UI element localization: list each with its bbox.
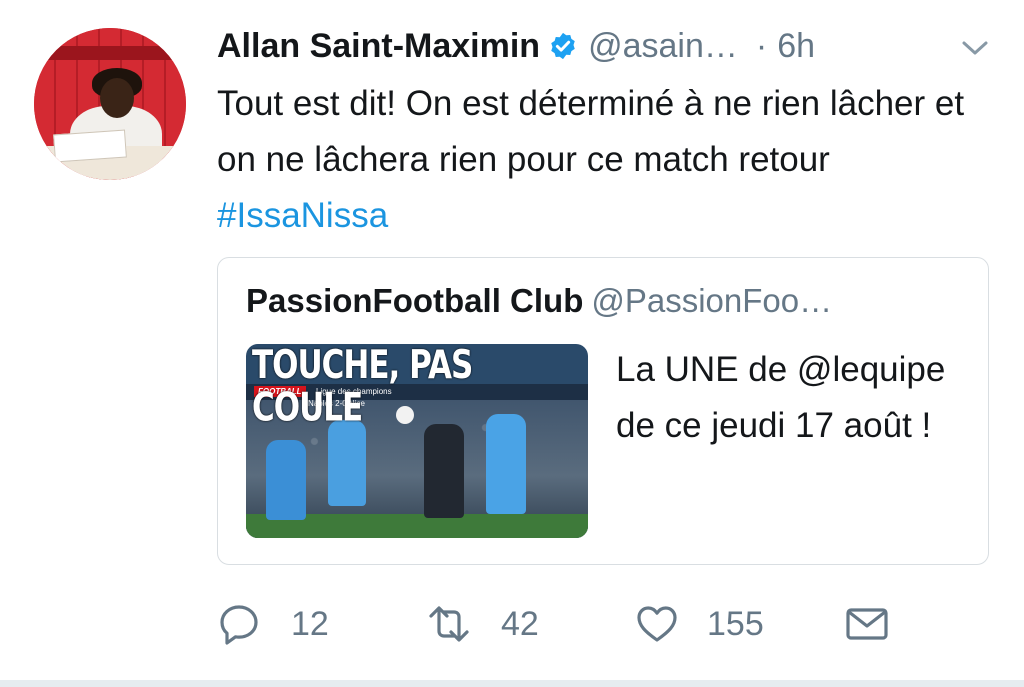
timestamp[interactable]: 6h [777,27,815,66]
chevron-down-icon[interactable] [960,38,990,58]
reply-count: 12 [291,604,329,643]
like-button[interactable]: 155 [635,600,764,648]
author-handle[interactable]: @asain… [588,27,738,66]
like-count: 155 [707,604,764,643]
reply-icon [220,605,258,645]
heart-icon [637,606,677,642]
timeline-divider [0,680,1024,687]
quoted-author-handle: @PassionFoo… [591,282,833,319]
tweet-card[interactable]: Allan Saint-Maximin @asain… · 6h Tout es… [0,0,1024,680]
media-player-blue-left [266,440,306,520]
media-player-dark [424,424,464,518]
media-player-blue-right [486,414,526,514]
hashtag-link[interactable]: #IssaNissa [217,196,388,235]
quoted-media-thumbnail[interactable]: FOOTBALL Ligue des champions Naples 2-0 … [246,344,588,538]
avatar-wall-stripe [34,46,186,60]
verified-badge-icon [551,32,575,60]
avatar-paper [53,129,127,163]
tweet-text-body: Tout est dit! On est déterminé à ne rien… [217,84,965,179]
quoted-tweet[interactable]: PassionFootball Club @PassionFoo… FOOTBAL… [217,257,989,565]
media-headline: TOUCHE, PAS COULE [252,344,473,431]
author-name[interactable]: Allan Saint-Maximin [217,27,540,66]
action-bar: 12 42 155 [219,600,979,650]
reply-button[interactable]: 12 [219,600,329,648]
envelope-icon [846,608,888,640]
retweet-icon [429,606,469,642]
direct-message-button[interactable] [845,600,889,648]
tweet-text: Tout est dit! On est déterminé à ne rien… [217,76,977,244]
retweet-button[interactable]: 42 [427,600,539,648]
avatar[interactable] [34,28,186,180]
quoted-text: La UNE de @lequipe de ce jeudi 17 août ! [616,350,946,445]
separator-dot: · [755,26,768,65]
tweet-header: Allan Saint-Maximin @asain… · 6h [217,24,815,68]
media-ball [396,406,414,424]
media-player-blue-center [328,420,366,506]
quoted-header: PassionFootball Club @PassionFoo… [246,282,832,320]
retweet-count: 42 [501,604,539,643]
avatar-person-head [100,78,134,118]
quoted-author-name: PassionFootball Club [246,282,584,319]
